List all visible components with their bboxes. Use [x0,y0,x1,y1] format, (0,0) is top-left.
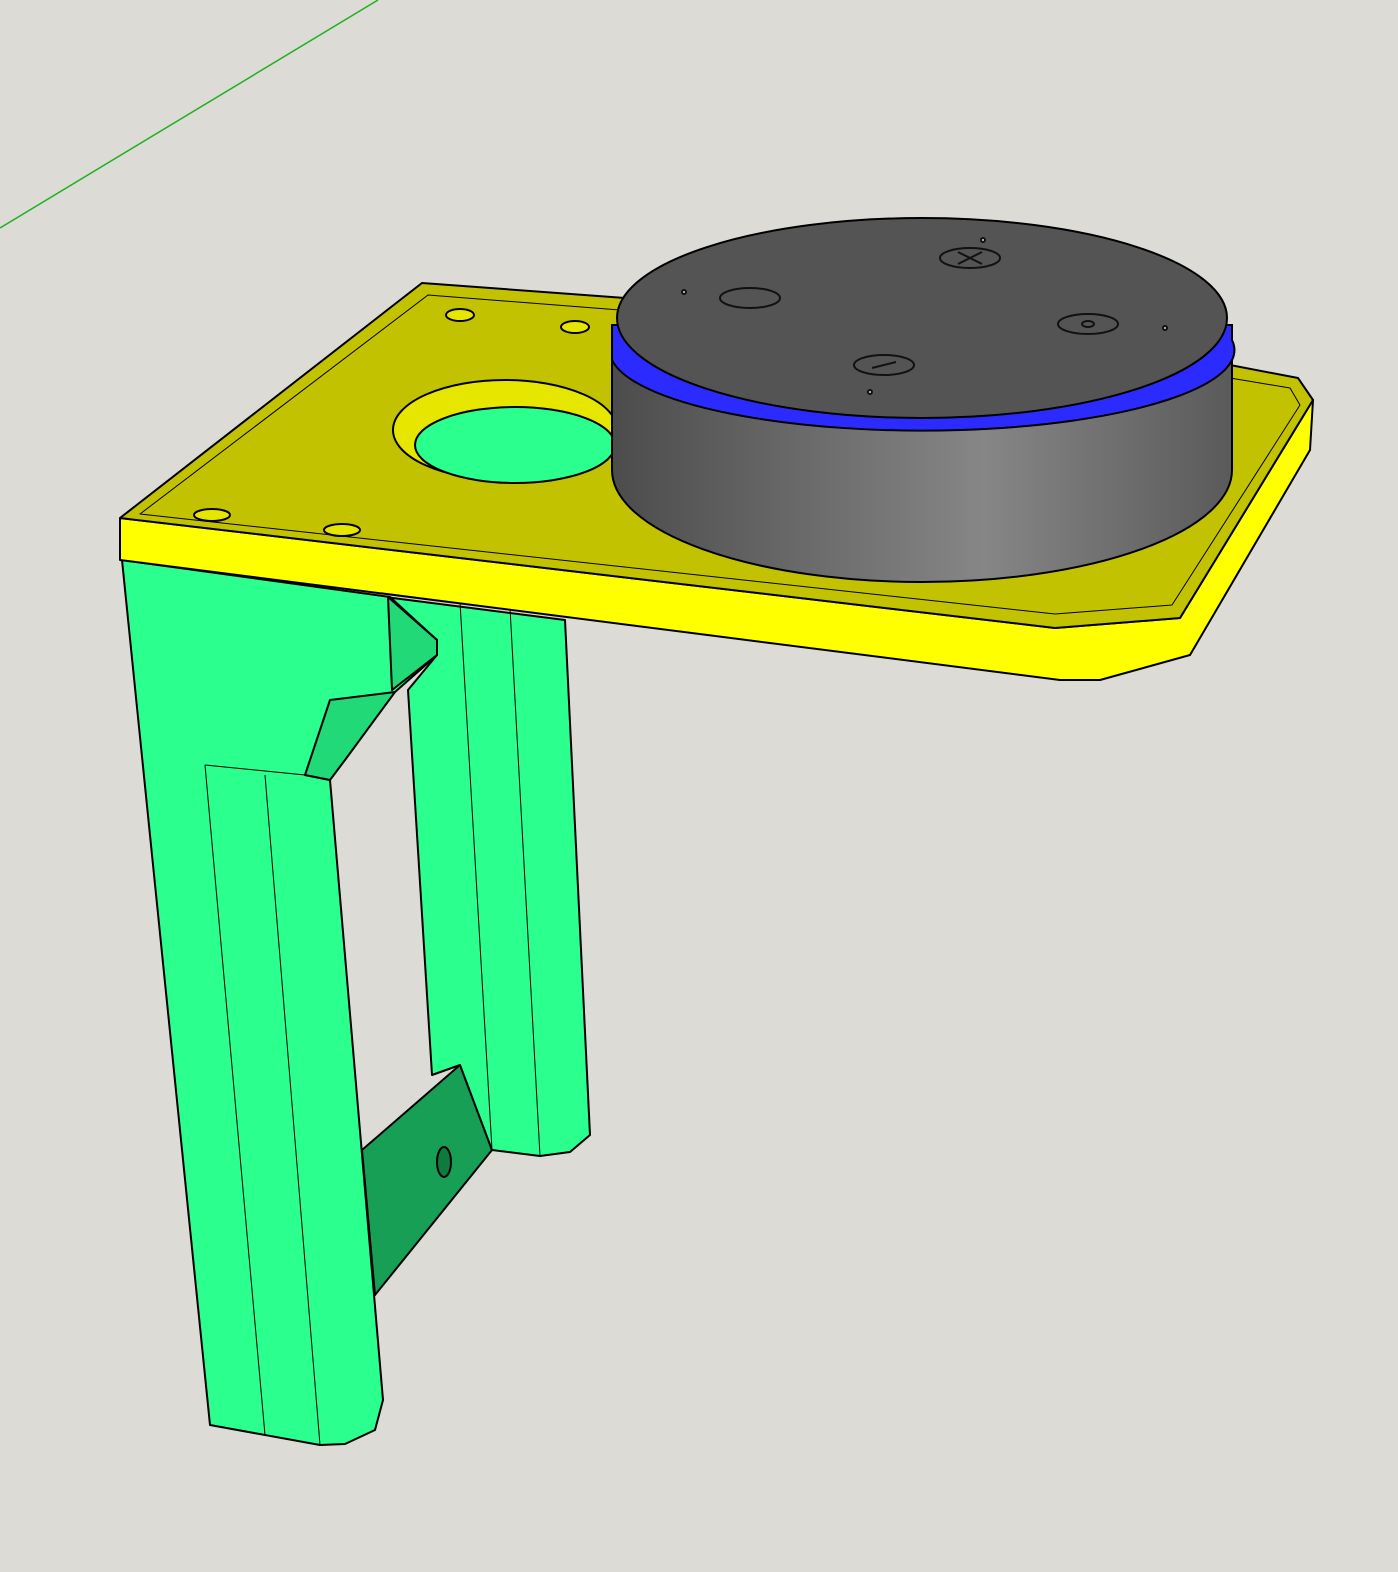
plate-hole-inner [414,406,616,484]
3d-model-viewport[interactable] [0,0,1398,1572]
green-axis-line [0,0,379,229]
crossbar-hole [436,1146,452,1178]
puck-top [616,217,1228,419]
model-canvas [0,0,1314,1446]
smart-speaker-puck [611,217,1236,583]
screw-hole [560,320,590,334]
screw-hole [323,523,361,537]
screw-hole [193,508,231,522]
green-stand [121,559,591,1446]
screw-hole [445,308,475,322]
